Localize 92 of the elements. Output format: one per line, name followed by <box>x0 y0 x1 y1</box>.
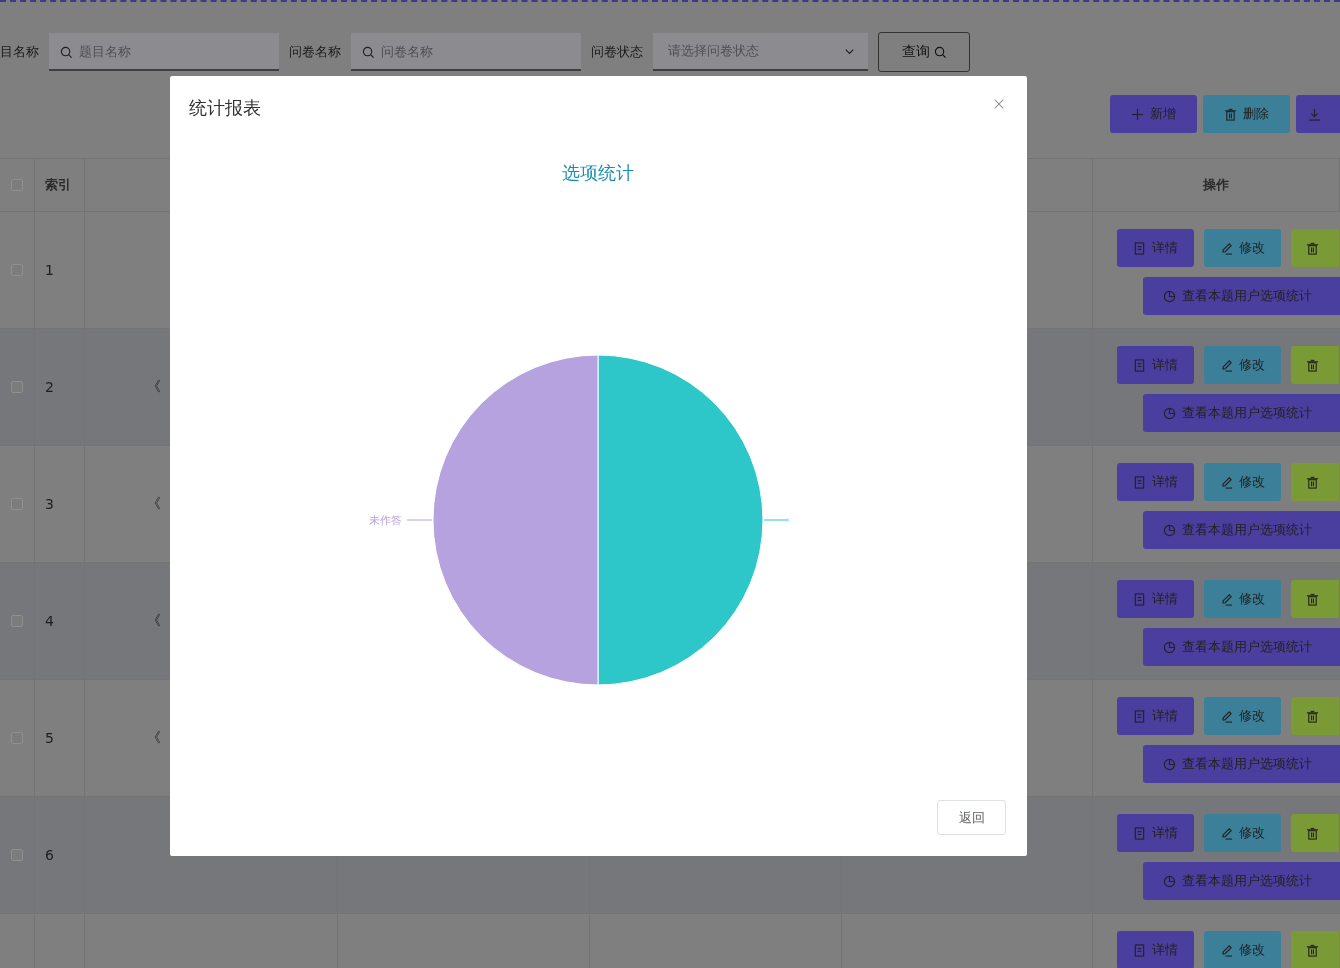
status-select[interactable]: 请选择问卷状态 <box>653 33 868 71</box>
table-cell: 2 <box>45 379 54 395</box>
search-field[interactable]: 问卷名称 <box>351 33 581 71</box>
edit-button[interactable]: 修改 <box>1204 463 1281 501</box>
document-icon <box>1133 475 1146 489</box>
chart-title: 选项统计 <box>562 162 634 183</box>
trash-icon <box>1306 241 1319 255</box>
close-icon <box>993 98 1005 110</box>
pie-chart-icon <box>1163 757 1176 771</box>
pie-chart-icon <box>1163 874 1176 888</box>
table-cell: 3 <box>45 496 54 512</box>
download-icon <box>1308 107 1321 121</box>
option-stats-button[interactable]: 查看本题用户选项统计 <box>1143 277 1340 315</box>
trash-icon <box>1224 107 1237 121</box>
option-stats-button[interactable]: 查看本题用户选项统计 <box>1143 862 1340 900</box>
details-button[interactable]: 详情 <box>1117 463 1194 501</box>
edit-button[interactable]: 修改 <box>1204 814 1281 852</box>
filter-label: 目名称 <box>0 43 39 61</box>
details-button[interactable]: 详情 <box>1117 814 1194 852</box>
search-icon <box>362 46 375 59</box>
query-button[interactable]: 查询 <box>878 32 970 72</box>
option-stats-button[interactable]: 查看本题用户选项统计 <box>1143 628 1340 666</box>
edit-button[interactable]: 修改 <box>1204 346 1281 384</box>
pie-chart-icon <box>1163 523 1176 537</box>
dialog-title: 统计报表 <box>189 96 261 120</box>
table-cell: 6 <box>45 847 54 863</box>
trash-icon <box>1306 943 1319 957</box>
delete-button[interactable]: 删除 <box>1203 95 1290 133</box>
delete-button[interactable] <box>1291 463 1339 501</box>
table-cell: 5 <box>45 730 54 746</box>
export-button[interactable] <box>1296 95 1340 133</box>
slice-label: 未作答 <box>369 514 402 527</box>
document-icon <box>1133 358 1146 372</box>
add-button[interactable]: 新增 <box>1110 95 1197 133</box>
leader-line <box>406 519 433 521</box>
column-header: 索引 <box>45 176 71 194</box>
row-checkbox[interactable] <box>11 381 23 393</box>
table-cell: 《 <box>147 612 161 630</box>
back-button[interactable]: 返回 <box>937 800 1006 835</box>
trash-icon <box>1306 358 1319 372</box>
document-icon <box>1133 592 1146 606</box>
option-stats-button[interactable]: 查看本题用户选项统计 <box>1143 745 1340 783</box>
delete-button[interactable] <box>1291 229 1339 267</box>
option-stats-button[interactable]: 查看本题用户选项统计 <box>1143 394 1340 432</box>
details-button[interactable]: 详情 <box>1117 229 1194 267</box>
column-header: 操作 <box>1203 176 1229 194</box>
document-icon <box>1133 241 1146 255</box>
edit-button[interactable]: 修改 <box>1204 931 1281 968</box>
details-button[interactable]: 详情 <box>1117 580 1194 618</box>
leader-line <box>763 519 790 521</box>
delete-button[interactable] <box>1291 697 1339 735</box>
table-cell: 《 <box>147 378 161 396</box>
pencil-icon <box>1220 358 1233 372</box>
pencil-icon <box>1220 943 1233 957</box>
trash-icon <box>1306 826 1319 840</box>
trash-icon <box>1306 592 1319 606</box>
delete-button[interactable] <box>1291 580 1339 618</box>
table-cell: 《 <box>147 729 161 747</box>
trash-icon <box>1306 475 1319 489</box>
pencil-icon <box>1220 826 1233 840</box>
pencil-icon <box>1220 241 1233 255</box>
document-icon <box>1133 709 1146 723</box>
table-cell: 《 <box>147 495 161 513</box>
row-checkbox[interactable] <box>11 615 23 627</box>
document-icon <box>1133 826 1146 840</box>
pencil-icon <box>1220 709 1233 723</box>
filter-label: 问卷名称 <box>289 43 341 61</box>
delete-button[interactable] <box>1291 931 1339 968</box>
filter-label: 问卷状态 <box>591 43 643 61</box>
pie-chart-icon <box>1163 406 1176 420</box>
delete-button[interactable] <box>1291 814 1339 852</box>
table-cell: 1 <box>45 262 54 278</box>
option-stats-button[interactable]: 查看本题用户选项统计 <box>1143 511 1340 549</box>
pie-chart-icon <box>1163 640 1176 654</box>
pie-chart-icon <box>1163 289 1176 303</box>
plus-icon <box>1131 107 1144 121</box>
search-icon <box>60 46 73 59</box>
details-button[interactable]: 详情 <box>1117 697 1194 735</box>
row-checkbox[interactable] <box>11 849 23 861</box>
edit-button[interactable]: 修改 <box>1204 580 1281 618</box>
pencil-icon <box>1220 475 1233 489</box>
search-icon <box>933 45 947 59</box>
edit-button[interactable]: 修改 <box>1204 229 1281 267</box>
trash-icon <box>1306 709 1319 723</box>
document-icon <box>1133 943 1146 957</box>
pencil-icon <box>1220 592 1233 606</box>
table-cell: 4 <box>45 613 54 629</box>
details-button[interactable]: 详情 <box>1117 346 1194 384</box>
delete-button[interactable] <box>1291 346 1339 384</box>
edit-button[interactable]: 修改 <box>1204 697 1281 735</box>
search-field[interactable]: 题目名称 <box>49 33 279 71</box>
details-button[interactable]: 详情 <box>1117 931 1194 968</box>
